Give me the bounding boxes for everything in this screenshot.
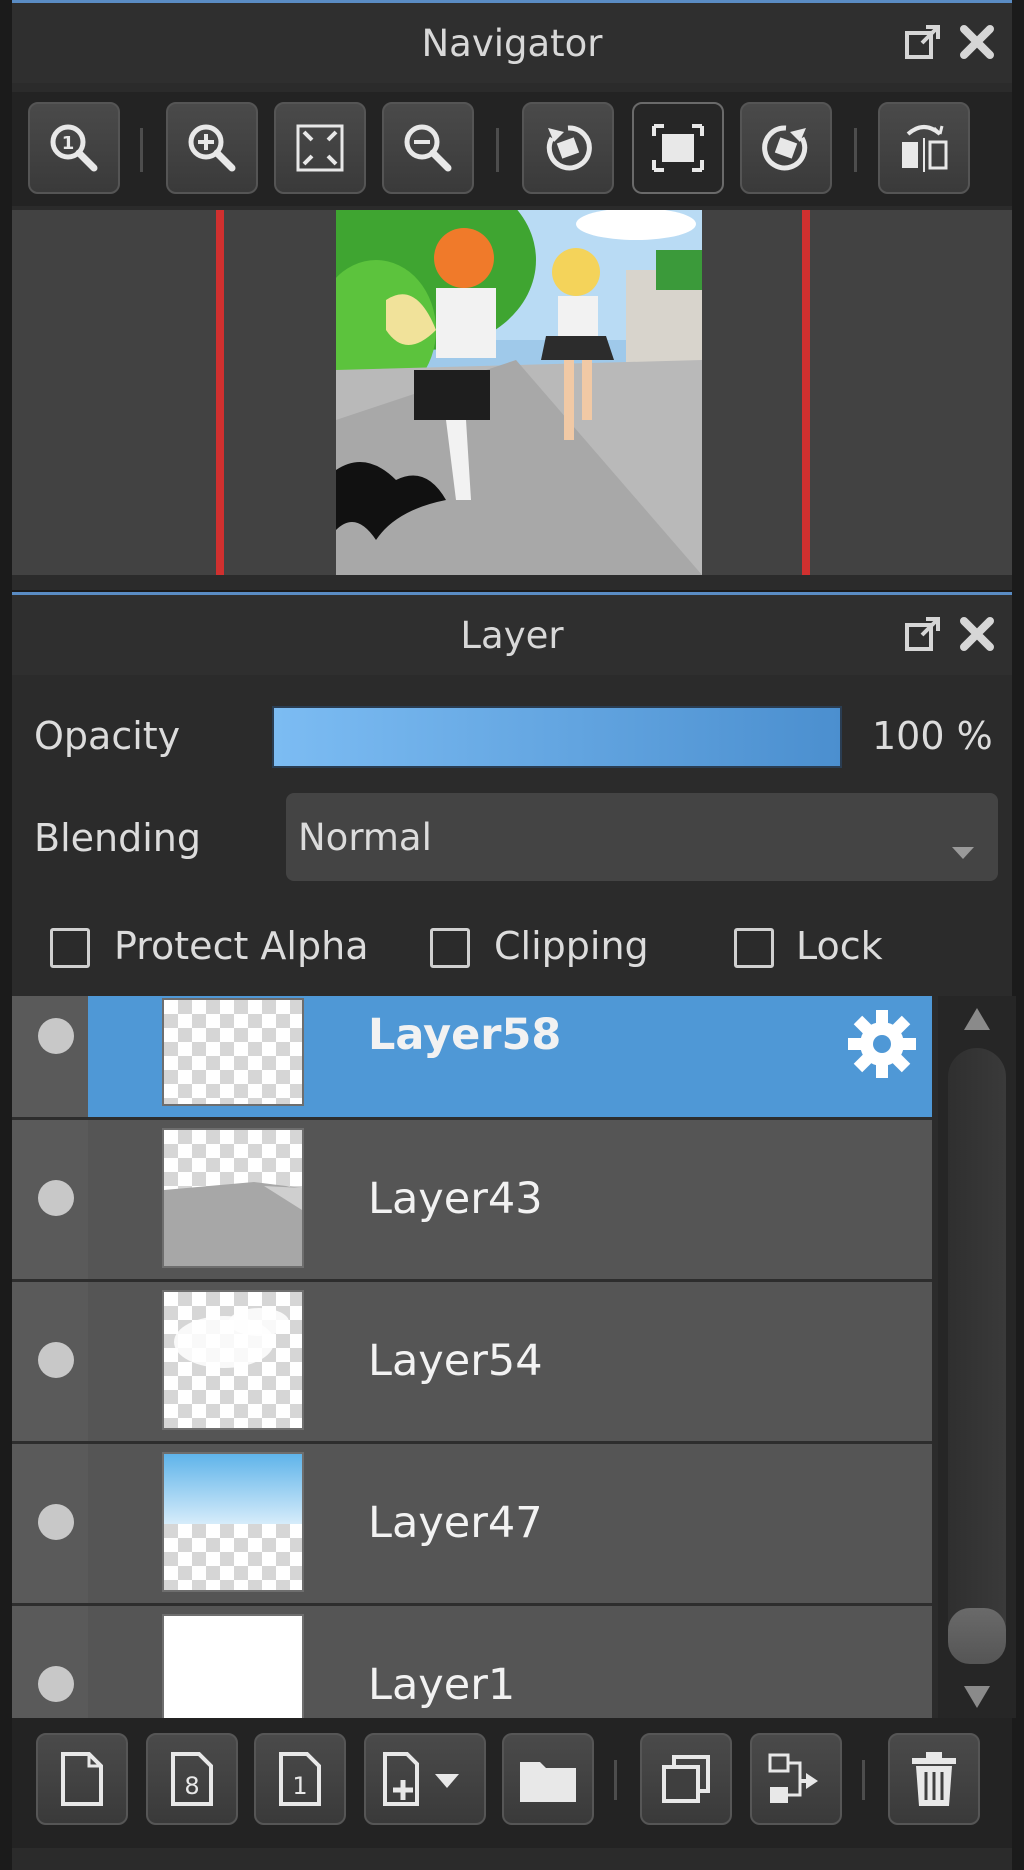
layer-thumbnail: [162, 1614, 304, 1718]
layer-thumbnail: [162, 1290, 304, 1430]
duplicate-layer-icon[interactable]: [640, 1733, 732, 1825]
layer-row-layer54[interactable]: Layer54: [12, 1282, 932, 1444]
layer-row-layer58[interactable]: Layer58: [12, 996, 932, 1120]
layer-name: Layer47: [368, 1498, 543, 1548]
blending-value: Normal: [298, 815, 432, 859]
add-layer-menu-icon[interactable]: [364, 1733, 486, 1825]
navigator-titlebar: Navigator: [12, 3, 1012, 83]
navigator-title: Navigator: [421, 21, 603, 65]
layer-thumbnail: [162, 1128, 304, 1268]
visibility-toggle-icon[interactable]: [38, 1666, 74, 1702]
opacity-value: 100 %: [872, 714, 993, 758]
navigator-panel: Navigator 1: [12, 0, 1012, 590]
new-folder-icon[interactable]: [502, 1733, 594, 1825]
opacity-slider[interactable]: [272, 706, 842, 768]
toolbar-separator: [614, 1760, 617, 1800]
navigator-toolbar: 1: [12, 92, 1012, 206]
close-icon[interactable]: [956, 613, 998, 655]
visibility-toggle-icon[interactable]: [38, 1180, 74, 1216]
layer-thumbnail: [162, 1452, 304, 1592]
zoom-out-icon[interactable]: [382, 102, 474, 194]
clipping-checkbox[interactable]: [430, 928, 470, 968]
rotate-right-icon[interactable]: [740, 102, 832, 194]
layer-name: Layer1: [368, 1660, 516, 1710]
scroll-up-icon[interactable]: [962, 1006, 992, 1036]
layer-row-layer47[interactable]: Layer47: [12, 1444, 932, 1606]
gear-icon[interactable]: [844, 1006, 920, 1086]
svg-text:1: 1: [292, 1772, 307, 1800]
detach-icon[interactable]: [902, 21, 944, 63]
fit-to-window-icon[interactable]: [274, 102, 366, 194]
close-icon[interactable]: [956, 21, 998, 63]
blending-select[interactable]: Normal: [286, 793, 998, 881]
reset-rotation-icon[interactable]: [632, 102, 724, 194]
delete-layer-icon[interactable]: [888, 1733, 980, 1825]
scroll-down-icon[interactable]: [962, 1684, 992, 1714]
opacity-label: Opacity: [34, 714, 181, 758]
opacity-slider-fill: [274, 708, 840, 766]
lock-label: Lock: [796, 924, 883, 968]
toolbar-separator: [854, 128, 857, 172]
layer-name: Layer43: [368, 1174, 543, 1224]
lock-checkbox[interactable]: [734, 928, 774, 968]
layer-thumbnail: [162, 998, 304, 1106]
layer-panel-title: Layer: [460, 613, 564, 657]
new-1bit-layer-icon[interactable]: 1: [254, 1733, 346, 1825]
svg-text:8: 8: [184, 1772, 199, 1800]
protect-alpha-checkbox[interactable]: [50, 928, 90, 968]
scrollbar-track: [948, 1048, 1006, 1660]
visibility-toggle-icon[interactable]: [38, 1342, 74, 1378]
layer-row-layer43[interactable]: Layer43: [12, 1120, 932, 1282]
flip-horizontal-icon[interactable]: [878, 102, 970, 194]
svg-text:1: 1: [62, 133, 75, 154]
visibility-toggle-icon[interactable]: [38, 1504, 74, 1540]
rotate-left-icon[interactable]: [522, 102, 614, 194]
blending-label: Blending: [34, 816, 201, 860]
scrollbar-thumb[interactable]: [948, 1608, 1006, 1664]
merge-down-icon[interactable]: [750, 1733, 842, 1825]
zoom-in-icon[interactable]: [166, 102, 258, 194]
zoom-actual-icon[interactable]: 1: [28, 102, 120, 194]
toolbar-separator: [862, 1760, 865, 1800]
layer-name: Layer54: [368, 1336, 543, 1386]
clipping-label: Clipping: [494, 924, 649, 968]
toolbar-separator: [140, 128, 143, 172]
layer-list-scrollbar[interactable]: [938, 996, 1016, 1718]
toolbar-separator: [496, 128, 499, 172]
new-layer-icon[interactable]: [36, 1733, 128, 1825]
chevron-down-icon: [950, 827, 976, 870]
new-8bit-layer-icon[interactable]: 8: [146, 1733, 238, 1825]
canvas-thumbnail: [336, 210, 702, 575]
layer-row-layer1[interactable]: Layer1: [12, 1606, 932, 1718]
visibility-toggle-icon[interactable]: [38, 1018, 74, 1054]
layer-name: Layer58: [368, 1010, 562, 1060]
layer-titlebar: Layer: [12, 595, 1012, 675]
protect-alpha-label: Protect Alpha: [114, 924, 369, 968]
visibility-column: [12, 996, 88, 1117]
navigator-preview[interactable]: [12, 210, 1012, 575]
detach-icon[interactable]: [902, 613, 944, 655]
